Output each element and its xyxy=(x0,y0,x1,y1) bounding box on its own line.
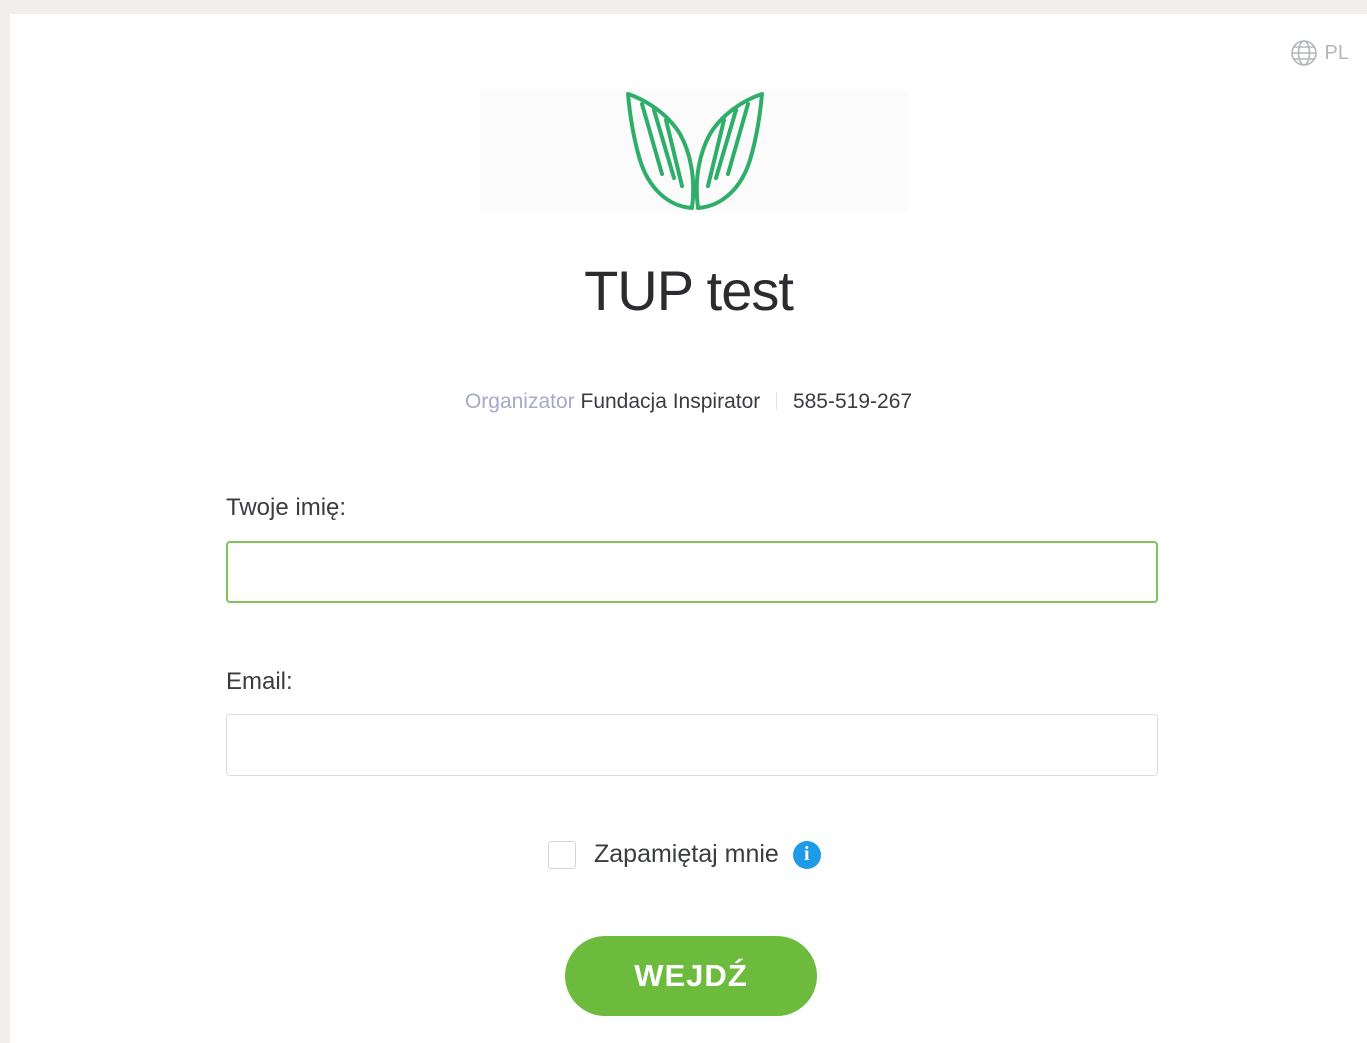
remember-label[interactable]: Zapamiętaj mnie xyxy=(594,840,779,869)
leaf-hands-logo xyxy=(626,92,764,210)
organizer-info: Organizator Fundacja Inspirator 585-519-… xyxy=(10,390,1367,414)
separator xyxy=(776,392,778,410)
email-label: Email: xyxy=(226,668,293,695)
language-code: PL xyxy=(1324,41,1349,64)
organizer-name: Fundacja Inspirator xyxy=(580,390,761,413)
name-input[interactable] xyxy=(226,541,1158,603)
language-selector[interactable]: PL xyxy=(1289,38,1349,68)
enter-button[interactable]: WEJDŹ xyxy=(565,936,817,1016)
remember-me: Zapamiętaj mnie i xyxy=(548,840,821,869)
info-icon[interactable]: i xyxy=(792,840,821,869)
name-label: Twoje imię: xyxy=(226,494,347,521)
organizer-phone: 585-519-267 xyxy=(792,390,913,413)
login-card: PL TUP test Organizator Fundacja Inspira… xyxy=(10,14,1367,1043)
organizer-label: Organizator xyxy=(464,390,575,413)
remember-checkbox[interactable] xyxy=(548,840,576,869)
logo xyxy=(480,90,908,212)
email-input[interactable] xyxy=(226,714,1158,776)
event-title: TUP test xyxy=(584,259,794,322)
globe-icon xyxy=(1289,38,1319,68)
